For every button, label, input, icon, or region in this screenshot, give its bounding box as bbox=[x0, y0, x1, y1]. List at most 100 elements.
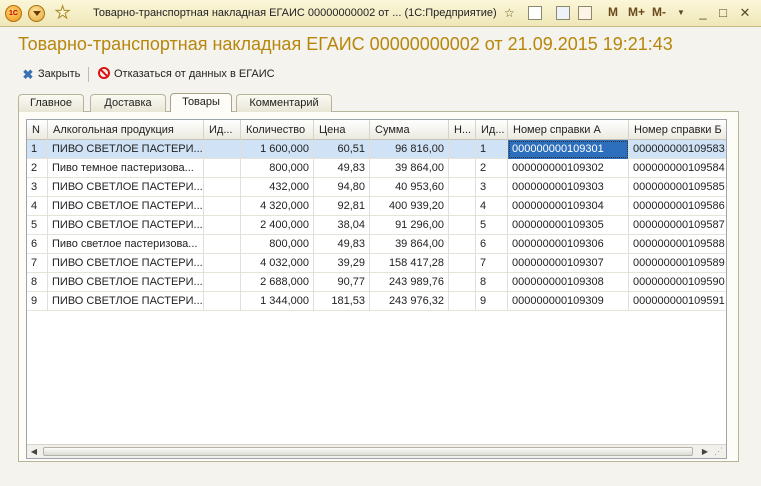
favorite-star-icon[interactable]: ★ bbox=[54, 3, 70, 23]
cell-col-n[interactable]: 1 bbox=[27, 140, 48, 159]
cell-col-n2[interactable] bbox=[449, 235, 476, 254]
header-col-sum[interactable]: Сумма bbox=[370, 120, 449, 140]
link-icon[interactable] bbox=[528, 6, 542, 20]
cell-col-sum[interactable]: 243 976,32 bbox=[370, 292, 449, 311]
cell-col-price[interactable]: 90,77 bbox=[314, 273, 370, 292]
cell-col-quantity[interactable]: 800,000 bbox=[241, 235, 314, 254]
header-col-price[interactable]: Цена bbox=[314, 120, 370, 140]
cell-col-n[interactable]: 4 bbox=[27, 197, 48, 216]
cell-col-cert-b[interactable]: 000000000109591 bbox=[629, 292, 726, 311]
cell-col-cert-b[interactable]: 000000000109587 bbox=[629, 216, 726, 235]
cell-col-sum[interactable]: 39 864,00 bbox=[370, 159, 449, 178]
cell-col-n[interactable]: 8 bbox=[27, 273, 48, 292]
calculator-icon[interactable] bbox=[556, 6, 570, 20]
cell-col-price[interactable]: 38,04 bbox=[314, 216, 370, 235]
cell-col-id[interactable] bbox=[204, 235, 241, 254]
cell-col-cert-a[interactable]: 000000000109306 bbox=[508, 235, 629, 254]
cell-col-n2[interactable] bbox=[449, 216, 476, 235]
cell-col-cert-a[interactable]: 000000000109302 bbox=[508, 159, 629, 178]
cell-col-product[interactable]: ПИВО СВЕТЛОЕ ПАСТЕРИ... bbox=[48, 197, 204, 216]
cell-col-cert-a[interactable]: 000000000109305 bbox=[508, 216, 629, 235]
cell-col-n2[interactable] bbox=[449, 292, 476, 311]
app-logo-icon[interactable]: 1С bbox=[5, 5, 22, 22]
cell-col-id2[interactable]: 7 bbox=[476, 254, 508, 273]
cell-col-quantity[interactable]: 2 688,000 bbox=[241, 273, 314, 292]
cell-col-product[interactable]: Пиво темное пастеризова... bbox=[48, 159, 204, 178]
maximize-icon[interactable]: □ bbox=[714, 4, 732, 22]
header-col-n2[interactable]: Н... bbox=[449, 120, 476, 140]
cell-col-quantity[interactable]: 432,000 bbox=[241, 178, 314, 197]
cell-col-n[interactable]: 2 bbox=[27, 159, 48, 178]
resize-grip-icon[interactable]: ⋰ bbox=[714, 446, 724, 456]
memory-minus-button[interactable]: M- bbox=[652, 5, 666, 19]
close-window-icon[interactable]: ✕ bbox=[736, 4, 754, 22]
cell-col-id2[interactable]: 4 bbox=[476, 197, 508, 216]
cell-col-cert-b[interactable]: 000000000109585 bbox=[629, 178, 726, 197]
cell-col-sum[interactable]: 40 953,60 bbox=[370, 178, 449, 197]
cell-col-n[interactable]: 7 bbox=[27, 254, 48, 273]
cell-col-n2[interactable] bbox=[449, 197, 476, 216]
cell-col-cert-a[interactable]: 000000000109309 bbox=[508, 292, 629, 311]
cell-col-cert-b[interactable]: 000000000109588 bbox=[629, 235, 726, 254]
cell-col-n[interactable]: 3 bbox=[27, 178, 48, 197]
cell-col-price[interactable]: 181,53 bbox=[314, 292, 370, 311]
table-row[interactable]: 4 ПИВО СВЕТЛОЕ ПАСТЕРИ... 4 320,000 92,81 40… bbox=[27, 197, 726, 216]
cell-col-cert-a[interactable]: 000000000109301 bbox=[508, 140, 629, 159]
table-row[interactable]: 3 ПИВО СВЕТЛОЕ ПАСТЕРИ... 432,000 94,80 40 9… bbox=[27, 178, 726, 197]
cell-col-cert-b[interactable]: 000000000109586 bbox=[629, 197, 726, 216]
cell-col-id2[interactable]: 8 bbox=[476, 273, 508, 292]
cell-col-quantity[interactable]: 2 400,000 bbox=[241, 216, 314, 235]
cell-col-n[interactable]: 6 bbox=[27, 235, 48, 254]
cell-col-id2[interactable]: 9 bbox=[476, 292, 508, 311]
cell-col-id2[interactable]: 5 bbox=[476, 216, 508, 235]
cell-col-quantity[interactable]: 4 320,000 bbox=[241, 197, 314, 216]
cell-col-id[interactable] bbox=[204, 216, 241, 235]
cell-col-product[interactable]: ПИВО СВЕТЛОЕ ПАСТЕРИ... bbox=[48, 292, 204, 311]
main-menu-icon[interactable] bbox=[28, 5, 45, 22]
cell-col-id2[interactable]: 3 bbox=[476, 178, 508, 197]
cell-col-id2[interactable]: 1 bbox=[476, 140, 508, 159]
table-row[interactable]: 2 Пиво темное пастеризова... 800,000 49,83 3… bbox=[27, 159, 726, 178]
dropdown-arrow-icon[interactable]: ▼ bbox=[672, 4, 690, 22]
cell-col-cert-a[interactable]: 000000000109307 bbox=[508, 254, 629, 273]
header-col-product[interactable]: Алкогольная продукция bbox=[48, 120, 204, 140]
scroll-right-icon[interactable]: ▶ bbox=[698, 445, 712, 458]
cell-col-product[interactable]: ПИВО СВЕТЛОЕ ПАСТЕРИ... bbox=[48, 178, 204, 197]
cell-col-id[interactable] bbox=[204, 178, 241, 197]
cell-col-price[interactable]: 94,80 bbox=[314, 178, 370, 197]
cell-col-cert-a[interactable]: 000000000109308 bbox=[508, 273, 629, 292]
cell-col-price[interactable]: 60,51 bbox=[314, 140, 370, 159]
cell-col-n2[interactable] bbox=[449, 140, 476, 159]
goods-table[interactable]: N Алкогольная продукция Ид... Количество Цен… bbox=[26, 119, 727, 459]
memory-plus-button[interactable]: M+ bbox=[628, 5, 645, 19]
memory-m-button[interactable]: M bbox=[608, 5, 618, 19]
scroll-left-icon[interactable]: ◀ bbox=[27, 445, 41, 458]
header-col-n[interactable]: N bbox=[27, 120, 48, 140]
cell-col-cert-a[interactable]: 000000000109303 bbox=[508, 178, 629, 197]
cell-col-id[interactable] bbox=[204, 197, 241, 216]
calendar-icon[interactable] bbox=[578, 6, 592, 20]
header-col-cert-a[interactable]: Номер справки А bbox=[508, 120, 629, 140]
cell-col-n2[interactable] bbox=[449, 159, 476, 178]
tab-delivery[interactable]: Доставка bbox=[90, 94, 166, 112]
cell-col-quantity[interactable]: 1 344,000 bbox=[241, 292, 314, 311]
cell-col-n[interactable]: 5 bbox=[27, 216, 48, 235]
cell-col-sum[interactable]: 400 939,20 bbox=[370, 197, 449, 216]
cell-col-cert-b[interactable]: 000000000109584 bbox=[629, 159, 726, 178]
cell-col-sum[interactable]: 96 816,00 bbox=[370, 140, 449, 159]
table-row[interactable]: 8 ПИВО СВЕТЛОЕ ПАСТЕРИ... 2 688,000 90,77 24… bbox=[27, 273, 726, 292]
cell-col-price[interactable]: 92,81 bbox=[314, 197, 370, 216]
cell-col-price[interactable]: 49,83 bbox=[314, 235, 370, 254]
cell-col-product[interactable]: ПИВО СВЕТЛОЕ ПАСТЕРИ... bbox=[48, 273, 204, 292]
tab-goods[interactable]: Товары bbox=[170, 93, 232, 112]
tab-comment[interactable]: Комментарий bbox=[236, 94, 332, 112]
scroll-thumb[interactable] bbox=[43, 447, 693, 456]
cell-col-price[interactable]: 49,83 bbox=[314, 159, 370, 178]
cell-col-id[interactable] bbox=[204, 159, 241, 178]
header-col-id2[interactable]: Ид... bbox=[476, 120, 508, 140]
cell-col-id2[interactable]: 6 bbox=[476, 235, 508, 254]
cell-col-sum[interactable]: 91 296,00 bbox=[370, 216, 449, 235]
cell-col-quantity[interactable]: 4 032,000 bbox=[241, 254, 314, 273]
header-col-quantity[interactable]: Количество bbox=[241, 120, 314, 140]
cell-col-quantity[interactable]: 1 600,000 bbox=[241, 140, 314, 159]
